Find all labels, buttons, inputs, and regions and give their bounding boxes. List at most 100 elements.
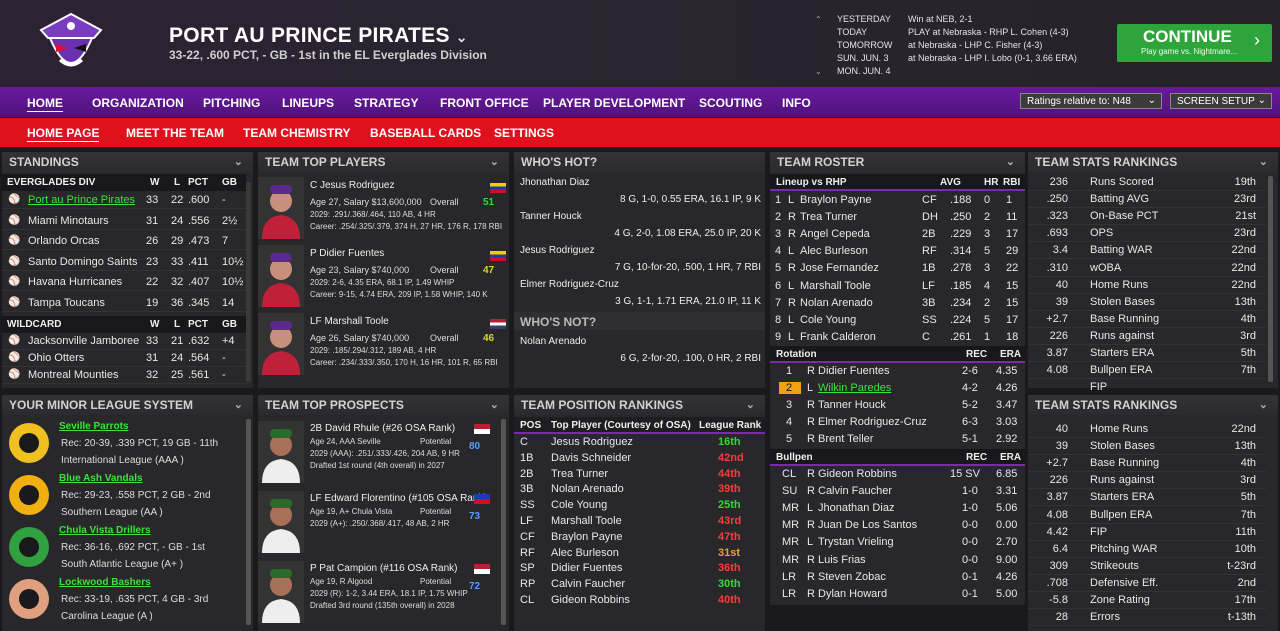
player-name[interactable]: Alec Burleson [551, 547, 619, 559]
bullpen-row[interactable]: MR R Juan De Los Santos 0-0 0.00 [770, 517, 1025, 534]
chevron-down-icon[interactable]: ⌄ [1259, 155, 1268, 168]
bullpen-row[interactable]: LR R Steven Zobac 0-1 4.26 [770, 569, 1025, 586]
player-name[interactable]: Jesus Rodriguez [551, 436, 633, 448]
roster-row[interactable]: 6 L Marshall Toole LF .185 4 15 [770, 278, 1025, 295]
subnav-settings[interactable]: SETTINGS [494, 126, 554, 140]
player-name[interactable]: C Jesus Rodriguez [310, 180, 394, 191]
bullpen-row[interactable]: SU R Calvin Faucher 1-0 3.31 [770, 483, 1025, 500]
chevron-down-icon[interactable]: ⌄ [490, 398, 499, 411]
schedule-row[interactable]: ⌄ MON. JUN. 4 [815, 65, 1128, 78]
standings-row[interactable]: ⚾ Santo Domingo Saints 23 33 .411 10½ [2, 254, 246, 271]
bullpen-row[interactable]: MR L Jhonathan Diaz 1-0 5.06 [770, 500, 1025, 517]
chevron-down-icon[interactable]: ⌄ [1006, 155, 1015, 168]
scrollbar[interactable] [1268, 176, 1273, 382]
roster-row[interactable]: 4 L Alec Burleson RF .314 5 29 [770, 243, 1025, 260]
roster-row[interactable]: 8 L Cole Young SS .224 5 17 [770, 312, 1025, 329]
team-name[interactable]: Ohio Otters [28, 352, 84, 364]
nav-organization[interactable]: ORGANIZATION [92, 96, 184, 110]
not-player-name[interactable]: Nolan Arenado [520, 336, 586, 347]
player-name[interactable]: Trystan Vrieling [818, 536, 894, 548]
player-name[interactable]: Angel Cepeda [800, 228, 870, 240]
player-name[interactable]: Elmer Rodriguez-Cruz [818, 416, 927, 428]
player-name[interactable]: Luis Frias [818, 554, 866, 566]
roster-row[interactable]: 3 R Angel Cepeda 2B .229 3 17 [770, 226, 1025, 243]
minor-team-name[interactable]: Lockwood Bashers [59, 577, 151, 588]
team-name[interactable]: Orlando Orcas [28, 235, 100, 247]
standings-row[interactable]: ⚾ Miami Minotaurs 31 24 .556 2½ [2, 213, 246, 230]
player-name[interactable]: Nolan Arenado [800, 297, 873, 309]
screen-setup-dropdown[interactable]: SCREEN SETUP ⌄ [1170, 93, 1272, 109]
minor-team-name[interactable]: Chula Vista Drillers [59, 525, 151, 536]
player-name[interactable]: Tanner Houck [818, 399, 886, 411]
chevron-down-icon[interactable]: ⌄ [746, 398, 755, 411]
team-name[interactable]: Miami Minotaurs [28, 215, 109, 227]
schedule-row[interactable]: SUN. JUN. 3 at Nebraska - LHP I. Lobo (0-… [815, 52, 1128, 65]
schedule-row[interactable]: TODAY PLAY at Nebraska - RHP L. Cohen (4-… [815, 26, 1128, 39]
player-photo[interactable] [258, 177, 304, 239]
bullpen-row[interactable]: LR R Dylan Howard 0-1 5.00 [770, 586, 1025, 603]
player-name[interactable]: Jhonathan Diaz [818, 502, 894, 514]
schedule-row[interactable]: ⌃ YESTERDAY Win at NEB, 2-1 [815, 13, 1128, 26]
team-name[interactable]: Havana Hurricanes [28, 276, 122, 288]
player-name[interactable]: Jose Fernandez [800, 262, 879, 274]
roster-row[interactable]: 7 R Nolan Arenado 3B .234 2 15 [770, 295, 1025, 312]
nav-info[interactable]: INFO [782, 96, 811, 110]
team-name[interactable]: Santo Domingo Saints [28, 256, 137, 268]
chevron-up-icon[interactable]: ⌃ [815, 13, 837, 26]
rotation-row[interactable]: 1 R Didier Fuentes 2-6 4.35 [770, 363, 1025, 380]
subnav-meet-the-team[interactable]: MEET THE TEAM [126, 126, 224, 140]
player-name[interactable]: Gideon Robbins [551, 594, 630, 606]
scrollbar[interactable] [246, 419, 251, 625]
player-photo[interactable] [258, 245, 304, 307]
hot-player-name[interactable]: Jesus Rodriguez [520, 245, 594, 256]
prospect-photo[interactable] [258, 491, 304, 553]
player-photo[interactable] [258, 313, 304, 375]
nav-player-development[interactable]: PLAYER DEVELOPMENT [543, 96, 685, 110]
chevron-down-icon[interactable]: ⌄ [1259, 398, 1268, 411]
rotation-row[interactable]: 3 R Tanner Houck 5-2 3.47 [770, 397, 1025, 414]
standings-row[interactable]: ⚾ Port au Prince Pirates 33 22 .600- [2, 192, 246, 209]
nav-scouting[interactable]: SCOUTING [699, 96, 762, 110]
subnav-home-page[interactable]: HOME PAGE [27, 126, 100, 142]
standings-row[interactable]: ⚾ Ohio Otters 31 24 .564- [2, 350, 246, 367]
player-name[interactable]: Cole Young [551, 499, 607, 511]
chevron-down-icon[interactable]: ⌄ [234, 398, 243, 411]
player-name[interactable]: Nolan Arenado [551, 483, 624, 495]
minor-team-name[interactable]: Blue Ash Vandals [59, 473, 143, 484]
ratings-dropdown[interactable]: Ratings relative to: N48 ⌄ [1020, 93, 1162, 109]
nav-home[interactable]: HOME [27, 96, 63, 112]
player-name[interactable]: Calvin Faucher [818, 485, 892, 497]
prospect-name[interactable]: 2B David Rhule (#26 OSA Rank) [310, 423, 455, 434]
nav-strategy[interactable]: STRATEGY [354, 96, 418, 110]
player-name[interactable]: Calvin Faucher [551, 578, 625, 590]
player-name[interactable]: Trea Turner [800, 211, 857, 223]
standings-row[interactable]: ⚾ Montreal Mounties 32 25 .561- [2, 367, 246, 384]
scrollbar[interactable] [501, 419, 506, 625]
hot-player-name[interactable]: Jhonathan Diaz [520, 177, 590, 188]
chevron-down-icon[interactable]: ⌄ [815, 65, 837, 78]
player-name[interactable]: Cole Young [800, 314, 856, 326]
continue-button[interactable]: CONTINUE Play game vs. Nightmare... › [1117, 24, 1272, 62]
player-name[interactable]: Braylon Payne [800, 194, 872, 206]
player-name[interactable]: LF Marshall Toole [310, 316, 389, 327]
player-name[interactable]: Didier Fuentes [818, 365, 890, 377]
player-name[interactable]: Trea Turner [551, 468, 608, 480]
player-name[interactable]: Didier Fuentes [551, 562, 623, 574]
nav-front-office[interactable]: FRONT OFFICE [440, 96, 529, 110]
standings-row[interactable]: ⚾ Havana Hurricanes 22 32 .407 10½ [2, 274, 246, 292]
team-name[interactable]: Jacksonville Jamboree [28, 335, 139, 347]
chevron-down-icon[interactable]: ⌄ [234, 155, 243, 168]
hot-player-name[interactable]: Tanner Houck [520, 211, 582, 222]
player-name[interactable]: Frank Calderon [800, 331, 876, 343]
player-name[interactable]: Gideon Robbins [818, 468, 897, 480]
bullpen-row[interactable]: MR R Luis Frias 0-0 9.00 [770, 552, 1025, 569]
bullpen-row[interactable]: CL R Gideon Robbins 15 SV 6.85 [770, 466, 1025, 483]
roster-row[interactable]: 2 R Trea Turner DH .250 2 11 [770, 209, 1025, 226]
chevron-down-icon[interactable]: ⌄ [490, 155, 499, 168]
rotation-row[interactable]: 2 L Wilkin Paredes 4-2 4.26 [770, 380, 1025, 397]
player-name[interactable]: P Didier Fuentes [310, 248, 384, 259]
roster-row[interactable]: 1 L Braylon Payne CF .188 0 1 [770, 192, 1025, 209]
subnav-team-chemistry[interactable]: TEAM CHEMISTRY [243, 126, 351, 140]
player-name[interactable]: Davis Schneider [551, 452, 631, 464]
standings-row[interactable]: ⚾ Tampa Toucans 19 36 .345 14 [2, 295, 246, 312]
